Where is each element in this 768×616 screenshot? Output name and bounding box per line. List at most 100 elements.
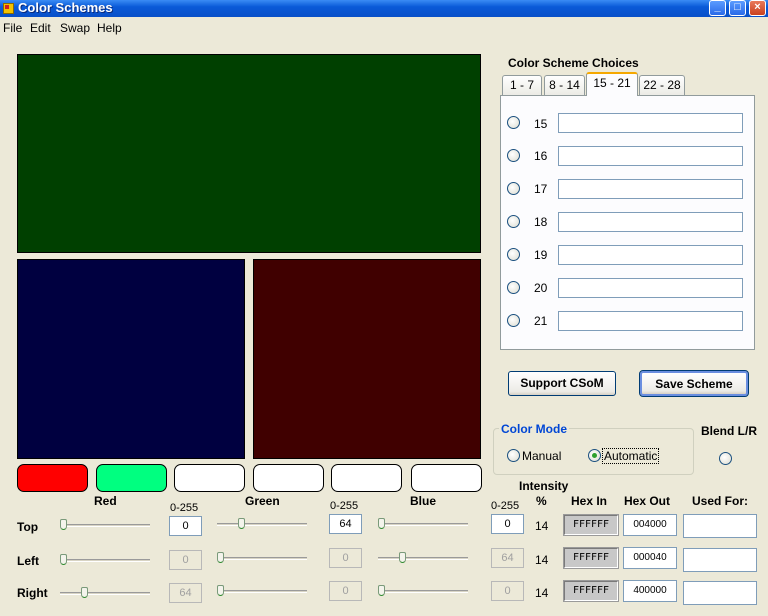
choice-radio-17[interactable]	[507, 182, 520, 195]
left-green-slider[interactable]	[217, 551, 307, 565]
choice-radio-15[interactable]	[507, 116, 520, 129]
top-hex-in[interactable]: FFFFFF	[563, 514, 619, 536]
top-blue-slider[interactable]	[378, 517, 468, 531]
slider-thumb[interactable]	[80, 587, 88, 598]
slider-thumb[interactable]	[60, 519, 67, 530]
support-csom-button[interactable]: Support CSoM	[508, 371, 616, 396]
tab-15-21[interactable]: 15 - 21	[586, 72, 638, 96]
tab-22-28[interactable]: 22 - 28	[639, 75, 685, 95]
window-title: Color Schemes	[18, 0, 113, 15]
choice-field-20[interactable]	[558, 278, 743, 298]
right-blue-value[interactable]: 0	[491, 581, 524, 601]
row-left-label: Left	[17, 554, 39, 568]
right-red-slider[interactable]	[60, 586, 150, 600]
swatch-3[interactable]	[174, 464, 245, 492]
manual-label[interactable]: Manual	[522, 449, 561, 463]
preview-top	[17, 54, 481, 253]
hex-in-label: Hex In	[571, 494, 608, 508]
swatch-red[interactable]	[17, 464, 88, 492]
right-hex-out[interactable]: 400000	[623, 580, 677, 602]
intensity-label: Intensity	[519, 479, 569, 493]
menu-edit[interactable]: Edit	[30, 21, 51, 35]
choice-field-19[interactable]	[558, 245, 743, 265]
top-red-value[interactable]: 0	[169, 516, 202, 536]
close-button[interactable]: ×	[749, 0, 766, 16]
left-red-value[interactable]: 0	[169, 550, 202, 570]
manual-radio[interactable]	[507, 449, 520, 462]
tab-8-14[interactable]: 8 - 14	[544, 75, 585, 95]
choices-title: Color Scheme Choices	[508, 56, 639, 70]
right-green-value[interactable]: 0	[329, 581, 362, 601]
top-intensity: 14	[535, 519, 549, 533]
left-used-for[interactable]	[683, 548, 757, 572]
top-green-value[interactable]: 64	[329, 514, 362, 534]
right-hex-in[interactable]: FFFFFF	[563, 580, 619, 602]
red-range-label: 0-255	[170, 502, 199, 514]
choice-radio-21[interactable]	[507, 314, 520, 327]
swatch-4[interactable]	[253, 464, 324, 492]
swatch-6[interactable]	[411, 464, 482, 492]
swatch-green[interactable]	[96, 464, 167, 492]
top-red-slider[interactable]	[60, 518, 150, 532]
choice-radio-16[interactable]	[507, 149, 520, 162]
blue-range-label: 0-255	[491, 500, 520, 512]
row-top-label: Top	[17, 520, 39, 534]
slider-thumb[interactable]	[217, 552, 224, 563]
slider-thumb[interactable]	[378, 518, 385, 529]
choice-field-21[interactable]	[558, 311, 743, 331]
automatic-label[interactable]: Automatic	[602, 448, 660, 464]
choice-number: 17	[534, 182, 548, 196]
swatch-5[interactable]	[331, 464, 402, 492]
slider-thumb[interactable]	[398, 552, 406, 563]
slider-thumb[interactable]	[217, 585, 224, 596]
preview-left	[17, 259, 245, 459]
choice-number: 19	[534, 248, 548, 262]
slider-thumb[interactable]	[378, 585, 385, 596]
automatic-radio[interactable]	[588, 449, 601, 462]
left-blue-slider[interactable]	[378, 551, 468, 565]
left-red-slider[interactable]	[60, 553, 150, 567]
choice-field-18[interactable]	[558, 212, 743, 232]
top-used-for[interactable]	[683, 514, 757, 538]
used-for-label: Used For:	[692, 494, 749, 508]
right-used-for[interactable]	[683, 581, 757, 605]
hex-out-label: Hex Out	[624, 494, 671, 508]
left-hex-out[interactable]: 000040	[623, 547, 677, 569]
title-bar[interactable]: Color Schemes _ □ ×	[0, 0, 768, 17]
blue-label: Blue	[410, 494, 437, 508]
choice-field-17[interactable]	[558, 179, 743, 199]
top-blue-value[interactable]: 0	[491, 514, 524, 534]
choice-radio-19[interactable]	[507, 248, 520, 261]
left-hex-in[interactable]: FFFFFF	[563, 547, 619, 569]
red-label: Red	[94, 494, 117, 508]
app-icon	[3, 3, 14, 14]
top-green-slider[interactable]	[217, 517, 307, 531]
choice-field-15[interactable]	[558, 113, 743, 133]
left-blue-value[interactable]: 64	[491, 548, 524, 568]
choice-radio-18[interactable]	[507, 215, 520, 228]
right-red-value[interactable]: 64	[169, 583, 202, 603]
green-range-label: 0-255	[330, 500, 359, 512]
minimize-button[interactable]: _	[709, 0, 726, 16]
blend-lr-radio[interactable]	[719, 452, 732, 465]
green-label: Green	[245, 494, 280, 508]
choice-number: 18	[534, 215, 548, 229]
slider-thumb[interactable]	[237, 518, 245, 529]
left-intensity: 14	[535, 553, 549, 567]
maximize-button[interactable]: □	[729, 0, 746, 16]
right-blue-slider[interactable]	[378, 584, 468, 598]
menu-swap[interactable]: Swap	[60, 21, 90, 35]
menu-help[interactable]: Help	[97, 21, 122, 35]
choice-field-16[interactable]	[558, 146, 743, 166]
preview-right	[253, 259, 481, 459]
tab-1-7[interactable]: 1 - 7	[502, 75, 542, 95]
menu-file[interactable]: File	[3, 21, 22, 35]
color-mode-title: Color Mode	[499, 422, 569, 436]
top-hex-out[interactable]: 004000	[623, 514, 677, 536]
right-green-slider[interactable]	[217, 584, 307, 598]
save-scheme-button[interactable]: Save Scheme	[639, 370, 749, 397]
choice-radio-20[interactable]	[507, 281, 520, 294]
left-green-value[interactable]: 0	[329, 548, 362, 568]
percent-label: %	[536, 494, 547, 508]
slider-thumb[interactable]	[60, 554, 67, 565]
